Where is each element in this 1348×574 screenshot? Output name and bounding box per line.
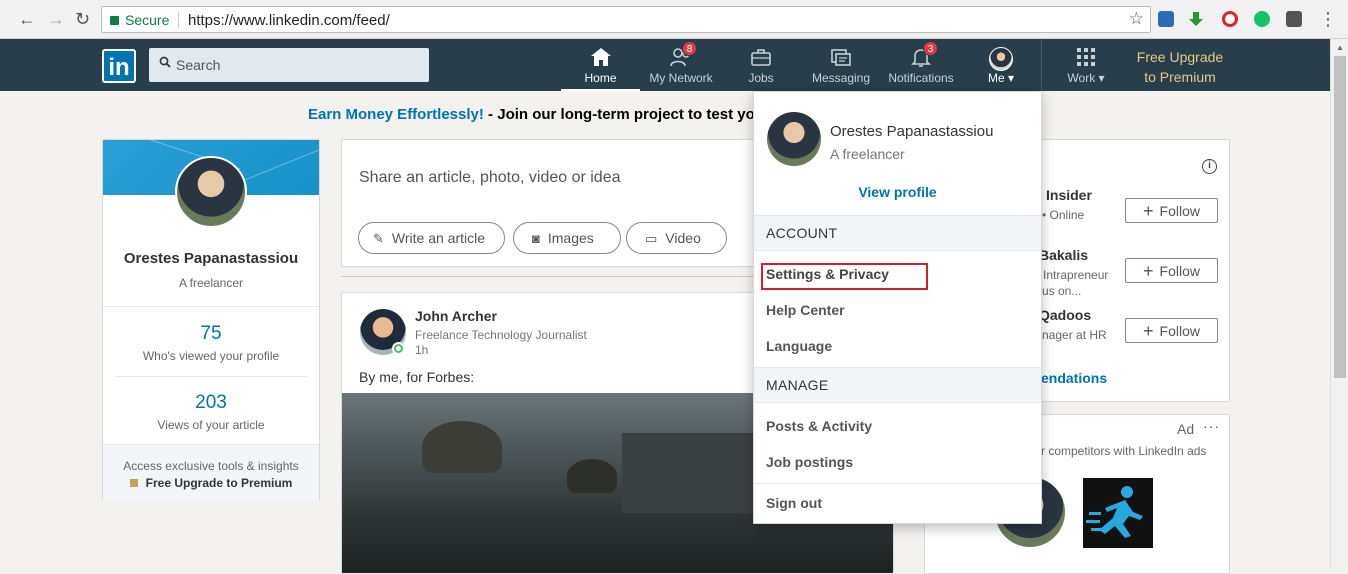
suggestion-subtitle: • Online (1042, 208, 1085, 222)
suggestion-subtitle: Intrapreneur (1043, 268, 1109, 282)
browser-toolbar: ← → ↻ Secure https://www.linkedin.com/fe… (0, 0, 1348, 39)
menu-item-settings-privacy[interactable]: Settings & Privacy (766, 266, 889, 282)
scroll-up-icon[interactable]: ▲ (1336, 43, 1344, 52)
pocket-extension-icon[interactable] (1286, 11, 1302, 27)
more-options-icon[interactable]: ··· (1203, 418, 1220, 434)
linkedin-navbar: in Search Home 8 My Network Jobs Messagi… (0, 39, 1330, 91)
camera-icon: ◙ (532, 231, 540, 246)
network-icon: 8 (644, 41, 718, 69)
suggestion-name[interactable]: Qadoos (1039, 307, 1091, 323)
premium-icon (129, 479, 138, 487)
menu-item-sign-out[interactable]: Sign out (766, 495, 822, 511)
ad-label: Ad (1177, 421, 1195, 437)
menu-user-headline: A freelancer (830, 146, 905, 162)
suggestion-name[interactable]: Bakalis (1039, 247, 1088, 263)
free-upgrade-premium-link[interactable]: Free Upgrade to Premium (1130, 47, 1230, 87)
briefcase-icon (730, 47, 792, 69)
view-profile-link[interactable]: View profile (754, 184, 1041, 200)
follow-button[interactable]: + Follow (1125, 198, 1218, 223)
menu-item-language[interactable]: Language (766, 338, 832, 354)
search-icon (159, 56, 171, 71)
profile-name[interactable]: Orestes Papanastassiou (103, 250, 319, 267)
article-views-count[interactable]: 203 (103, 392, 319, 414)
account-section-header: ACCOUNT (754, 215, 1041, 251)
menu-avatar[interactable] (767, 112, 821, 166)
avatar (989, 47, 1013, 71)
suggestion-name[interactable]: Insider (1046, 187, 1092, 203)
post-text: By me, for Forbes: (359, 369, 475, 385)
search-input[interactable]: Search (149, 48, 429, 82)
video-icon: ▭ (645, 231, 658, 246)
plus-icon: + (1143, 321, 1154, 341)
nav-me[interactable]: Me ▾ (975, 39, 1027, 91)
menu-item-posts-activity[interactable]: Posts & Activity (766, 418, 872, 434)
nav-messaging[interactable]: Messaging (808, 39, 874, 91)
messaging-icon (808, 47, 874, 69)
online-status-icon (392, 342, 405, 355)
reload-icon[interactable]: ↻ (75, 9, 90, 30)
network-badge: 8 (682, 41, 697, 56)
profile-views-label[interactable]: Who's viewed your profile (103, 349, 319, 363)
nav-home[interactable]: Home (561, 39, 640, 91)
ad-text[interactable]: r competitors with LinkedIn ads (1041, 444, 1206, 458)
url-text[interactable]: https://www.linkedin.com/feed/ (188, 12, 390, 29)
notifications-badge: 3 (923, 41, 938, 56)
ad-brand-logo[interactable] (1083, 478, 1153, 548)
bookmark-star-icon[interactable]: ☆ (1129, 9, 1144, 29)
opera-extension-icon[interactable] (1222, 11, 1238, 27)
video-button[interactable]: ▭ Video (626, 222, 727, 254)
suggestion-subtitle: nager at HR (1042, 328, 1107, 342)
premium-upsell[interactable]: Access exclusive tools & insights Free U… (103, 444, 319, 501)
lock-icon (110, 16, 119, 25)
post-author-name[interactable]: John Archer (415, 308, 497, 324)
post-author-headline: Freelance Technology Journalist (415, 328, 587, 342)
manage-section-header: MANAGE (754, 367, 1041, 403)
scrollbar-thumb[interactable] (1334, 56, 1346, 378)
profile-card: Orestes Papanastassiou A freelancer 75 W… (102, 139, 320, 501)
nav-work[interactable]: Work ▾ (1058, 39, 1114, 91)
menu-item-job-postings[interactable]: Job postings (766, 454, 853, 470)
page-scrollbar[interactable]: ▲ (1330, 39, 1348, 567)
nav-my-network[interactable]: 8 My Network (644, 39, 718, 91)
download-arrow-icon[interactable] (1188, 11, 1204, 27)
extension-icon[interactable] (1158, 11, 1174, 27)
plus-icon: + (1143, 261, 1154, 281)
menu-user-name: Orestes Papanastassiou (830, 123, 994, 140)
recommendations-link[interactable]: endations (1041, 370, 1107, 386)
browser-menu-icon[interactable]: ⋮ (1319, 9, 1337, 30)
follow-button[interactable]: + Follow (1125, 318, 1218, 343)
plus-icon: + (1143, 201, 1154, 221)
profile-headline: A freelancer (178, 276, 244, 290)
menu-item-help-center[interactable]: Help Center (766, 302, 845, 318)
home-icon (561, 47, 640, 69)
secure-indicator[interactable]: Secure (110, 12, 169, 28)
back-icon[interactable]: ← (18, 9, 36, 30)
me-dropdown-menu: Orestes Papanastassiou A freelancer View… (753, 91, 1042, 524)
post-timestamp: 1h (415, 343, 429, 357)
suggestion-subtitle: us on... (1042, 284, 1082, 298)
profile-avatar[interactable] (175, 156, 247, 228)
images-button[interactable]: ◙ Images (513, 222, 621, 254)
share-prompt-input[interactable]: Share an article, photo, video or idea (359, 169, 621, 187)
bell-icon: 3 (883, 41, 959, 69)
follow-button[interactable]: + Follow (1125, 258, 1218, 283)
profile-views-count[interactable]: 75 (103, 323, 319, 345)
write-article-button[interactable]: ✎ Write an article (358, 222, 505, 254)
linkedin-logo[interactable]: in (102, 49, 136, 83)
grammarly-icon[interactable] (1254, 11, 1270, 27)
promo-banner[interactable]: Earn Money Effortlessly! - Join our long… (308, 106, 755, 123)
pencil-icon: ✎ (373, 231, 384, 246)
article-views-label[interactable]: Views of your article (103, 418, 319, 432)
forward-icon[interactable]: → (47, 9, 65, 30)
grid-icon (1058, 47, 1114, 69)
nav-jobs[interactable]: Jobs (730, 39, 792, 91)
nav-notifications[interactable]: 3 Notifications (883, 39, 959, 91)
info-icon[interactable]: i (1202, 159, 1217, 174)
address-bar[interactable]: Secure https://www.linkedin.com/feed/ ☆ (101, 6, 1151, 33)
